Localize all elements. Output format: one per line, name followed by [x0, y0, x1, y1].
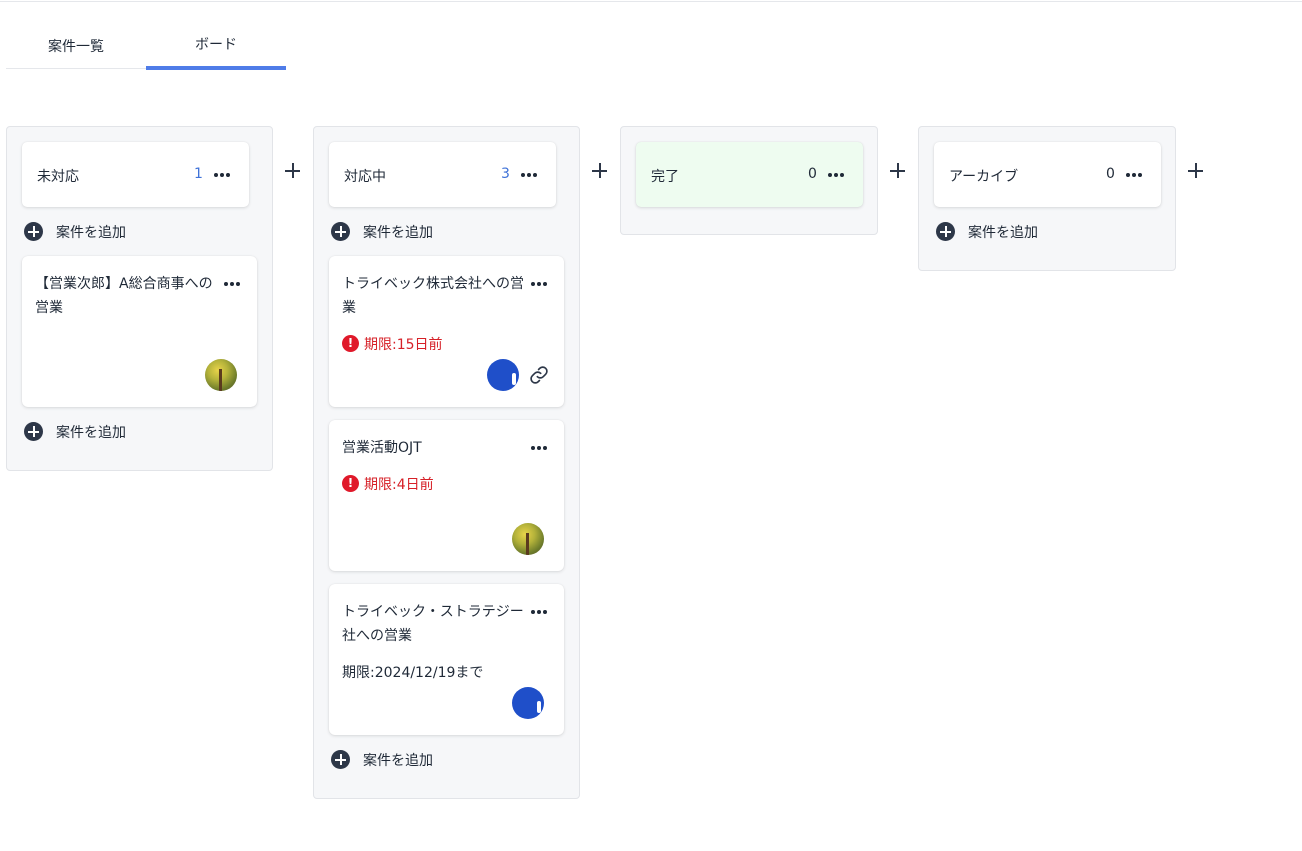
view-tabs: 案件一覧 ボード	[6, 22, 286, 70]
deadline-overdue: ! 期限:15日前	[342, 334, 443, 354]
card-title: トライベック・ストラテジー社への営業	[342, 604, 524, 644]
avatar-mark	[512, 373, 516, 385]
tab-board[interactable]: ボード	[146, 22, 286, 70]
card-menu-icon[interactable]	[222, 277, 242, 291]
column-title: アーカイブ	[949, 169, 1019, 185]
column-title: 完了	[651, 169, 679, 185]
column-title: 未対応	[37, 169, 79, 185]
avatar	[512, 687, 544, 719]
column-header: アーカイブ 0	[934, 142, 1161, 207]
avatar-mark	[537, 701, 541, 713]
warning-icon: !	[342, 475, 359, 492]
add-card-label: 案件を追加	[56, 225, 126, 241]
warning-icon: !	[342, 335, 359, 352]
column-header: 未対応 1	[22, 142, 249, 207]
add-card-label: 案件を追加	[363, 753, 433, 769]
card-menu-icon[interactable]	[529, 441, 549, 455]
tab-list[interactable]: 案件一覧	[6, 22, 146, 68]
card[interactable]: 【営業次郎】A総合商事への営業	[22, 256, 257, 407]
avatar	[487, 359, 519, 391]
column-archive: アーカイブ 0 案件を追加	[918, 126, 1176, 271]
plus-circle-icon	[24, 422, 43, 441]
card[interactable]: トライベック株式会社への営業 ! 期限:15日前	[329, 256, 564, 407]
column-menu-icon[interactable]	[212, 168, 232, 182]
deadline-text: 期限:4日前	[364, 477, 434, 493]
column-done: 完了 0	[620, 126, 878, 235]
avatar	[512, 523, 544, 555]
plus-circle-icon	[331, 222, 350, 241]
card[interactable]: 営業活動OJT ! 期限:4日前	[329, 420, 564, 571]
card-title: 【営業次郎】A総合商事への営業	[35, 276, 213, 316]
add-card-label: 案件を追加	[968, 225, 1038, 241]
active-tab-indicator	[146, 66, 286, 70]
card-title: トライベック株式会社への営業	[342, 276, 524, 316]
column-title: 対応中	[344, 169, 386, 185]
deadline: 期限:2024/12/19まで	[342, 665, 484, 681]
deadline-overdue: ! 期限:4日前	[342, 474, 434, 494]
card-menu-icon[interactable]	[529, 277, 549, 291]
plus-circle-icon	[24, 222, 43, 241]
column-menu-icon[interactable]	[1124, 168, 1144, 182]
column-count: 0	[1106, 166, 1115, 182]
column-in-progress: 対応中 3 案件を追加 トライベック株式会社への営業 ! 期限:15日前 営業活…	[313, 126, 580, 799]
column-menu-icon[interactable]	[519, 168, 539, 182]
card-title: 営業活動OJT	[342, 440, 422, 456]
plus-circle-icon	[331, 750, 350, 769]
column-menu-icon[interactable]	[826, 168, 846, 182]
avatar	[205, 359, 237, 391]
add-column-icon[interactable]	[592, 163, 608, 179]
add-card-label: 案件を追加	[363, 225, 433, 241]
add-card-label: 案件を追加	[56, 425, 126, 441]
column-count: 1	[194, 166, 203, 182]
column-header: 完了 0	[636, 142, 863, 207]
column-unhandled: 未対応 1 案件を追加 【営業次郎】A総合商事への営業 案件を追加	[6, 126, 273, 471]
plus-circle-icon	[936, 222, 955, 241]
link-icon[interactable]	[529, 365, 549, 385]
column-count: 0	[808, 166, 817, 182]
add-column-icon[interactable]	[1188, 163, 1204, 179]
card[interactable]: トライベック・ストラテジー社への営業 期限:2024/12/19まで	[329, 584, 564, 735]
deadline-text: 期限:15日前	[364, 337, 443, 353]
add-column-icon[interactable]	[285, 163, 301, 179]
card-menu-icon[interactable]	[529, 605, 549, 619]
tab-board-label: ボード	[195, 37, 237, 53]
add-column-icon[interactable]	[890, 163, 906, 179]
column-header: 対応中 3	[329, 142, 556, 207]
column-count: 3	[501, 166, 510, 182]
top-divider	[0, 0, 1302, 2]
